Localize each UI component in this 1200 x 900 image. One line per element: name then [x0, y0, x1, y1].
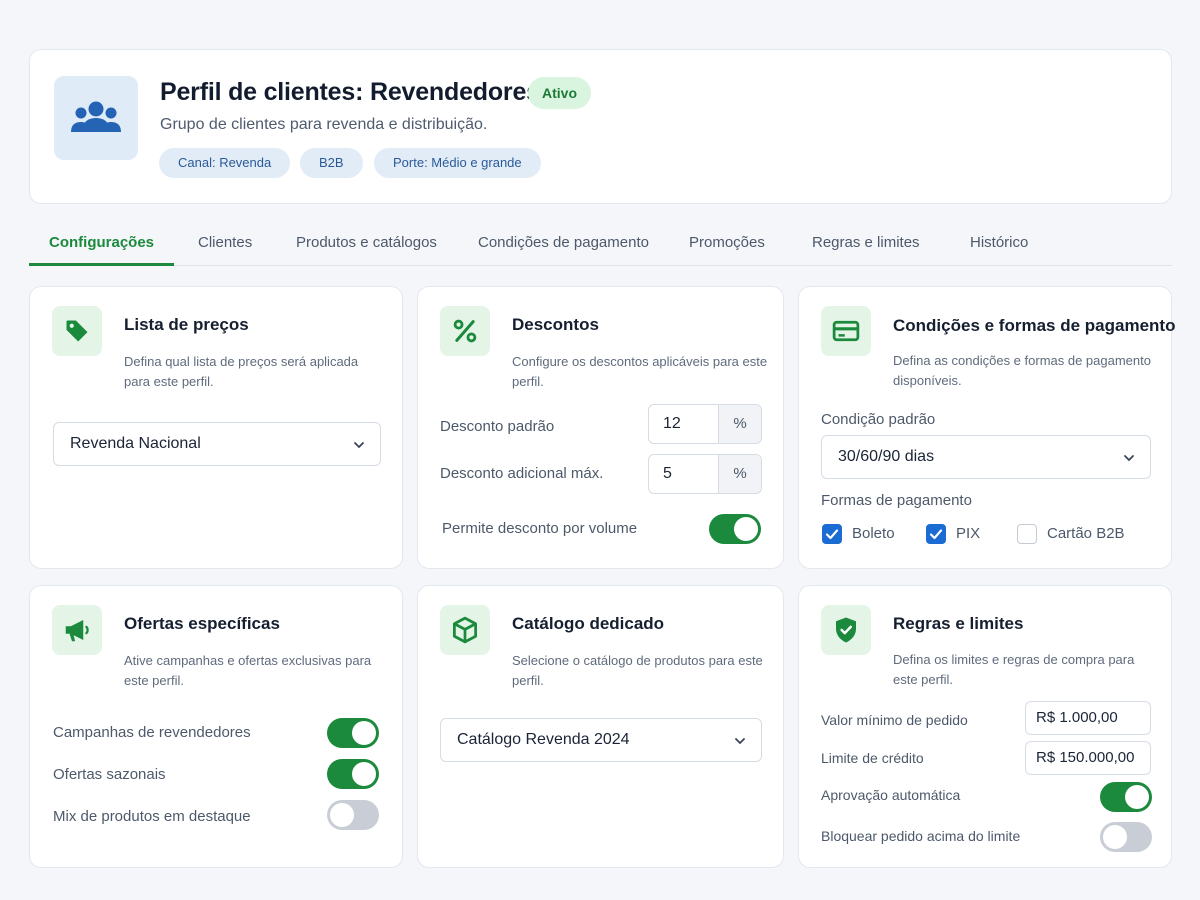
box-icon: [453, 616, 477, 644]
payment-icon-box: [821, 306, 871, 356]
tab-produtos-catalogos[interactable]: Produtos e catálogos: [296, 222, 437, 266]
offer-toggle-campanhas[interactable]: [327, 718, 379, 748]
boleto-checkbox[interactable]: [822, 524, 842, 544]
offers-icon-box: [52, 605, 102, 655]
credit-limit-input[interactable]: R$ 150.000,00: [1025, 741, 1151, 775]
default-discount-value: 12: [663, 415, 681, 432]
max-discount-label: Desconto adicional máx.: [440, 465, 604, 482]
offer-label-mix: Mix de produtos em destaque: [53, 808, 251, 825]
default-discount-label: Desconto padrão: [440, 418, 555, 435]
check-icon: [929, 529, 943, 540]
price-list-select-value: Revenda Nacional: [70, 435, 201, 452]
credit-limit-label: Limite de crédito: [821, 750, 924, 766]
payment-card: Condições e formas de pagamento Defina a…: [798, 286, 1176, 569]
default-condition-label: Condição padrão: [821, 411, 936, 428]
volume-discount-label: Permite desconto por volume: [442, 520, 638, 537]
block-order-toggle[interactable]: [1100, 822, 1152, 852]
tab-regras-limites[interactable]: Regras e limites: [812, 222, 920, 266]
default-discount-field[interactable]: 12 %: [648, 404, 762, 444]
rules-title: Regras e limites: [893, 614, 1024, 633]
chevron-down-icon: [735, 738, 745, 745]
tab-condicoes-pagamento[interactable]: Condições de pagamento: [478, 222, 649, 266]
payment-methods-label: Formas de pagamento: [821, 492, 972, 509]
rules-icon-box: [821, 605, 871, 655]
offers-title: Ofertas específicas: [124, 614, 280, 633]
tab-configuracoes[interactable]: Configurações: [29, 222, 175, 266]
credit-card-icon: [832, 320, 860, 342]
users-group-icon: [71, 101, 121, 132]
price-tag-icon: [66, 320, 88, 342]
payment-condition-select[interactable]: 30/60/90 dias: [821, 435, 1151, 479]
offer-label-sazonais: Ofertas sazonais: [53, 766, 166, 783]
catalog-select-value: Catálogo Revenda 2024: [457, 731, 630, 748]
tag-b2b: B2B: [300, 148, 363, 178]
max-discount-value: 5: [663, 465, 672, 482]
price-list-card: Lista de preços Defina qual lista de pre…: [29, 286, 403, 569]
payment-description: Defina as condições e formas de pagament…: [893, 353, 1151, 388]
chevron-down-icon: [354, 442, 364, 449]
page-subtitle: Grupo de clientes para revenda e distrib…: [160, 116, 488, 133]
percent-suffix: %: [718, 455, 761, 493]
tag-canal: Canal: Revenda: [159, 148, 291, 178]
pix-label: PIX: [956, 525, 981, 542]
volume-discount-toggle[interactable]: [709, 514, 761, 544]
catalog-icon-box: [440, 605, 490, 655]
tab-historico[interactable]: Histórico: [970, 222, 1028, 266]
page-title: Perfil de clientes: Revendedores: [160, 78, 540, 106]
check-icon: [825, 529, 839, 540]
catalog-title: Catálogo dedicado: [512, 614, 665, 633]
tab-promocoes[interactable]: Promoções: [689, 222, 765, 266]
profile-avatar: [54, 76, 138, 160]
min-order-label: Valor mínimo de pedido: [821, 712, 968, 728]
max-discount-field[interactable]: 5 %: [648, 454, 762, 494]
offers-description: Ative campanhas e ofertas exclusivas par…: [124, 653, 372, 688]
catalog-description: Selecione o catálogo de produtos para es…: [512, 653, 763, 688]
price-list-icon-box: [52, 306, 102, 356]
offer-label-campanhas: Campanhas de revendedores: [53, 724, 251, 741]
offers-card: Ofertas específicas Ative campanhas e of…: [29, 585, 403, 868]
price-list-description: Defina qual lista de preços será aplicad…: [124, 354, 359, 389]
shield-check-icon: [836, 617, 856, 643]
tag-porte: Porte: Médio e grande: [374, 148, 541, 178]
status-badge: Ativo: [528, 77, 591, 109]
price-list-title: Lista de preços: [124, 315, 249, 334]
payment-condition-value: 30/60/90 dias: [838, 448, 935, 465]
cartao-b2b-checkbox[interactable]: [1017, 524, 1037, 544]
block-order-label: Bloquear pedido acima do limite: [821, 828, 1021, 844]
offer-toggle-mix[interactable]: [327, 800, 379, 830]
cartao-b2b-label: Cartão B2B: [1047, 525, 1125, 542]
percent-icon: [453, 319, 477, 343]
chevron-down-icon: [1124, 455, 1134, 462]
tab-bar: Configurações Clientes Produtos e catálo…: [29, 222, 1172, 266]
tab-clientes[interactable]: Clientes: [198, 222, 252, 266]
megaphone-icon: [65, 620, 89, 642]
percent-suffix: %: [718, 405, 761, 443]
catalog-card: Catálogo dedicado Selecione o catálogo d…: [417, 585, 784, 868]
profile-header: Perfil de clientes: Revendedores Ativo G…: [29, 49, 1172, 204]
rules-card: Regras e limites Defina os limites e reg…: [798, 585, 1172, 868]
auto-approval-toggle[interactable]: [1100, 782, 1152, 812]
payment-title: Condições e formas de pagamento: [893, 316, 1176, 335]
price-list-select[interactable]: Revenda Nacional: [53, 422, 381, 466]
catalog-select[interactable]: Catálogo Revenda 2024: [440, 718, 762, 762]
auto-approval-label: Aprovação automática: [821, 787, 961, 803]
offer-toggle-sazonais[interactable]: [327, 759, 379, 789]
discounts-card: Descontos Configure os descontos aplicáv…: [417, 286, 784, 569]
pix-checkbox[interactable]: [926, 524, 946, 544]
discounts-icon-box: [440, 306, 490, 356]
discounts-title: Descontos: [512, 315, 599, 334]
min-order-input[interactable]: R$ 1.000,00: [1025, 701, 1151, 735]
discounts-description: Configure os descontos aplicáveis para e…: [512, 354, 768, 389]
boleto-label: Boleto: [852, 525, 895, 542]
rules-description: Defina os limites e regras de compra par…: [893, 652, 1135, 687]
